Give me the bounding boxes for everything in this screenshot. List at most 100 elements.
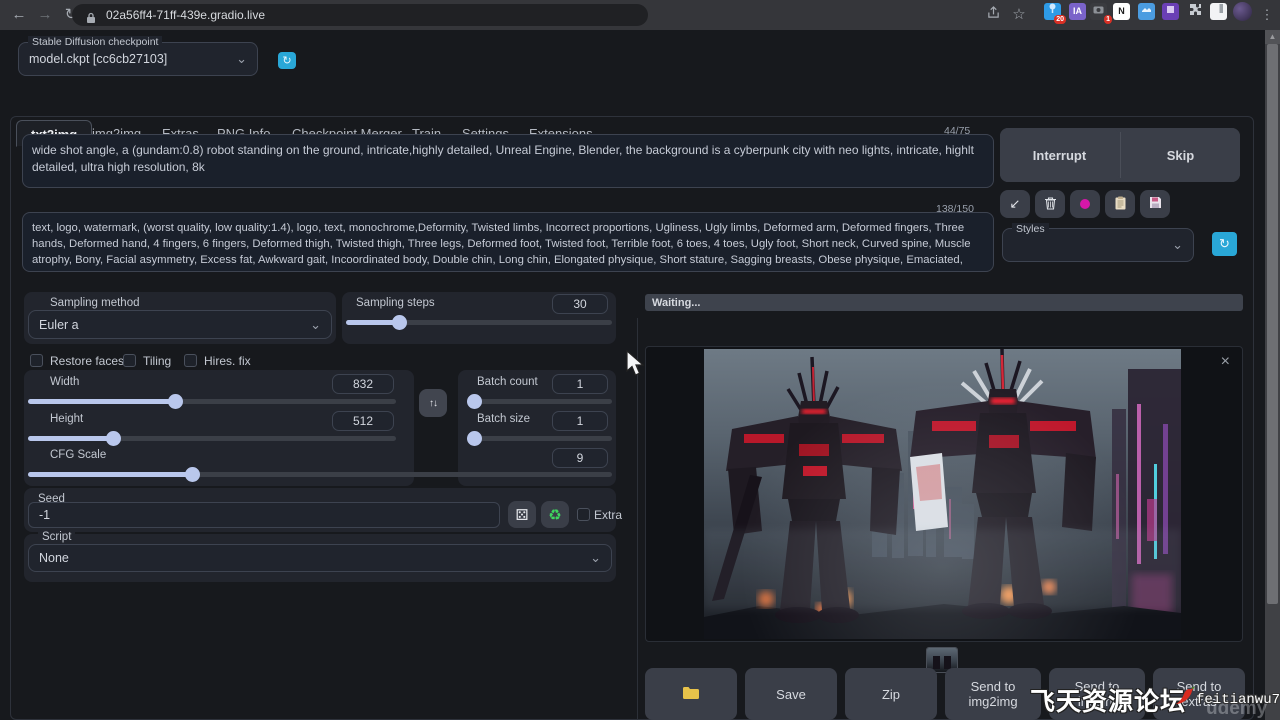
progress-bar: Waiting... — [645, 294, 1243, 311]
floppy-icon — [1149, 196, 1162, 212]
batch-size-label: Batch size — [477, 413, 530, 425]
url-bar[interactable]: 02a56ff4-71ff-439e.gradio.live — [72, 4, 648, 26]
page-scrollbar[interactable]: ▲ — [1265, 30, 1280, 720]
close-icon[interactable]: × — [1221, 353, 1230, 371]
restore-faces-label: Restore faces — [50, 354, 124, 368]
sidepanel-icon[interactable] — [1210, 3, 1227, 20]
sampling-steps-slider[interactable] — [346, 315, 612, 329]
image-extension-icon[interactable] — [1138, 3, 1155, 20]
extra-networks-button[interactable] — [1070, 190, 1100, 218]
cfg-scale-slider[interactable] — [28, 467, 612, 481]
chevron-down-icon: ⌄ — [1172, 237, 1183, 253]
back-icon[interactable]: ← — [8, 4, 30, 26]
notion-extension-icon[interactable]: N — [1113, 3, 1130, 20]
send-to-img2img-button[interactable]: Send to img2img — [945, 668, 1041, 720]
bookmark-star-icon[interactable]: ☆ — [1008, 4, 1030, 26]
cfg-scale-value[interactable]: 9 — [552, 448, 608, 468]
site-watermark: feitianwu7.com — [1196, 692, 1280, 708]
sampling-steps-label: Sampling steps — [356, 297, 435, 309]
url-text: 02a56ff4-71ff-439e.gradio.live — [106, 8, 265, 22]
clipboard-icon — [1115, 196, 1126, 213]
sampling-method-value: Euler a — [39, 318, 79, 332]
mouse-cursor — [625, 350, 647, 383]
chevron-down-icon: ⌄ — [590, 550, 601, 566]
chevron-down-icon: ⌄ — [310, 317, 321, 333]
chevron-down-icon: ⌄ — [236, 51, 247, 67]
open-folder-button[interactable] — [645, 668, 737, 720]
interrupt-button[interactable]: Interrupt — [1000, 128, 1119, 182]
paste-params-button[interactable]: ↙ — [1000, 190, 1030, 218]
scroll-up-icon[interactable]: ▲ — [1265, 30, 1280, 44]
random-seed-button[interactable]: ⚄ — [508, 501, 536, 528]
save-style-button[interactable] — [1140, 190, 1170, 218]
trash-icon — [1044, 196, 1057, 213]
script-dropdown[interactable]: None ⌄ — [28, 544, 612, 572]
zip-button[interactable]: Zip — [845, 668, 937, 720]
reuse-seed-button[interactable]: ♻ — [541, 501, 569, 528]
seed-input[interactable]: -1 — [28, 502, 500, 528]
prompt-input[interactable]: wide shot angle, a (gundam:0.8) robot st… — [22, 134, 994, 188]
browser-toolbar: ← → ↻ 02a56ff4-71ff-439e.gradio.live ☆ 2… — [0, 0, 1280, 30]
batch-count-slider[interactable] — [468, 394, 612, 408]
seed-value: -1 — [39, 508, 50, 522]
pin-extension-icon[interactable]: 20 — [1044, 3, 1061, 20]
pin-badge: 20 — [1054, 15, 1066, 24]
robot-right — [910, 349, 1096, 619]
share-icon[interactable] — [982, 4, 1004, 26]
image-preview-frame: × — [645, 346, 1243, 642]
sampling-method-label: Sampling method — [50, 297, 140, 309]
camera-badge: 1 — [1104, 15, 1112, 24]
card-dot-icon — [1080, 199, 1090, 209]
checkpoint-refresh-button[interactable]: ↻ — [278, 52, 296, 69]
height-value[interactable]: 512 — [332, 411, 394, 431]
checkpoint-label: Stable Diffusion checkpoint — [28, 36, 162, 48]
swap-dimensions-button[interactable]: ↑↓ — [419, 389, 447, 417]
screen: ← → ↻ 02a56ff4-71ff-439e.gradio.live ☆ 2… — [0, 0, 1280, 720]
chili-icon — [1172, 684, 1196, 711]
forum-watermark: 飞天资源论坛 — [1030, 682, 1186, 718]
styles-label: Styles — [1012, 223, 1049, 235]
sampling-steps-value[interactable]: 30 — [552, 294, 608, 314]
seed-extra-checkbox[interactable] — [577, 508, 590, 521]
folder-icon — [682, 686, 700, 703]
script-label: Script — [38, 531, 75, 543]
script-value: None — [39, 551, 69, 565]
height-slider[interactable] — [28, 431, 396, 445]
batch-size-value[interactable]: 1 — [552, 411, 608, 431]
skip-button[interactable]: Skip — [1121, 128, 1240, 182]
profile-avatar[interactable] — [1233, 2, 1252, 21]
puzzle-extensions-icon[interactable] — [1186, 3, 1203, 20]
height-label: Height — [50, 413, 83, 425]
styles-refresh-button[interactable]: ↻ — [1212, 232, 1237, 256]
camera-extension-icon[interactable]: 1 — [1090, 3, 1107, 20]
clear-prompt-button[interactable] — [1035, 190, 1065, 218]
robot-left — [712, 357, 902, 623]
restore-faces-checkbox[interactable] — [30, 354, 43, 367]
batch-size-slider[interactable] — [468, 431, 612, 445]
tiling-checkbox[interactable] — [123, 354, 136, 367]
apply-style-button[interactable] — [1105, 190, 1135, 218]
hires-fix-checkbox[interactable] — [184, 354, 197, 367]
hires-fix-label: Hires. fix — [204, 354, 251, 368]
batch-count-label: Batch count — [477, 376, 538, 388]
lock-icon — [86, 9, 96, 31]
sampling-method-dropdown[interactable]: Euler a ⌄ — [28, 310, 332, 339]
browser-menu-icon[interactable]: ⋮ — [1256, 4, 1278, 26]
width-slider[interactable] — [28, 394, 396, 408]
tiling-label: Tiling — [143, 354, 171, 368]
cfg-scale-label: CFG Scale — [50, 449, 106, 461]
purple-extension-icon[interactable] — [1162, 3, 1179, 20]
recycle-icon: ♻ — [548, 506, 561, 524]
negative-prompt-input[interactable]: text, logo, watermark, (worst quality, l… — [22, 212, 994, 272]
dice-icon: ⚄ — [515, 506, 528, 524]
ia-extension-icon[interactable]: IA — [1069, 3, 1086, 20]
batch-count-value[interactable]: 1 — [552, 374, 608, 394]
width-label: Width — [50, 376, 79, 388]
width-value[interactable]: 832 — [332, 374, 394, 394]
save-button[interactable]: Save — [745, 668, 837, 720]
generated-image[interactable] — [704, 349, 1181, 639]
forward-icon[interactable]: → — [34, 4, 56, 26]
checkpoint-value: model.ckpt [cc6cb27103] — [29, 52, 167, 66]
scrollbar-thumb[interactable] — [1267, 44, 1278, 604]
seed-extra-label: Extra — [594, 508, 622, 522]
